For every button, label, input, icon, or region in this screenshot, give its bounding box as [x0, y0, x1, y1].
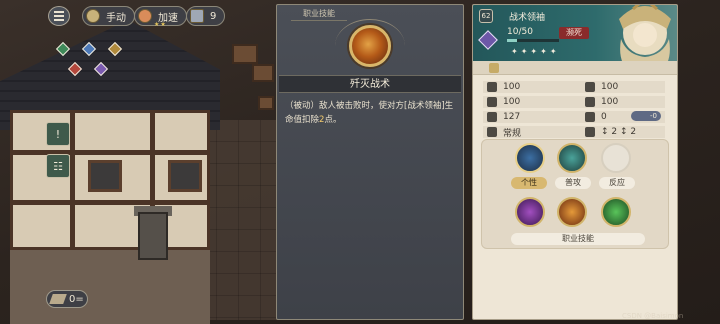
ally-node-icon [55, 41, 71, 57]
ally-node-icon [81, 41, 97, 57]
skill-desc-suffix: 点。 [324, 115, 342, 125]
watermark: CSDN @Baisimon [622, 312, 684, 320]
level-badge: 62 [479, 9, 493, 23]
stat-defense: 100 [487, 96, 520, 108]
stat-value: 127 [503, 112, 521, 122]
stat-speed: 127 [487, 111, 520, 123]
stat-magic: 100 [585, 81, 618, 93]
attribute-tab-icon[interactable] [489, 63, 499, 73]
job-skills-label: 职业技能 [511, 233, 645, 245]
hp-bar-fill [507, 39, 518, 42]
alert-icon: ! [55, 127, 61, 141]
crate [252, 64, 274, 82]
skill-name: 歼灭战术 [279, 75, 461, 93]
menu-button[interactable] [48, 6, 70, 26]
skill-description: （被动）敌人被击败时，使对方[战术领袖]生命值扣除2点。 [285, 99, 457, 127]
sword-icon [487, 82, 497, 92]
stat-value: 100 [601, 97, 619, 107]
speed-icon [138, 9, 152, 23]
house-window [168, 160, 202, 192]
class-emblem-icon [478, 30, 498, 50]
tile-counter-button[interactable]: 0= [46, 290, 88, 308]
info-button[interactable]: ! [46, 122, 70, 146]
character-header: 62 战术领袖 10/50 濒死 ✦✦✦✦✦ [473, 5, 677, 73]
tile-count: 0= [69, 293, 84, 305]
party-icon: ☷ [53, 159, 63, 173]
turn-counter: 9 [186, 6, 226, 26]
auto-mode-icon [86, 9, 100, 23]
job-skill-icon-3[interactable] [601, 197, 631, 227]
tab-reaction[interactable]: 反应 [599, 177, 635, 189]
stat-crit: 0 [585, 111, 607, 123]
job-skill-icon-1[interactable] [515, 197, 545, 227]
crit-icon [585, 112, 595, 122]
skill-category-header: 职业技能 [291, 7, 347, 21]
status-badge: 濒死 [559, 27, 589, 39]
speed-level-stars: ★★ [154, 21, 167, 28]
attribute-tab-row [473, 61, 677, 75]
stat-attack: 100 [487, 81, 520, 93]
rank-stars: ✦✦✦✦✦ [511, 47, 560, 56]
hp-text: 10/50 [507, 27, 533, 37]
stat-movement-type: 常规 [487, 126, 522, 139]
crate [232, 44, 258, 64]
personal-skill-icon[interactable] [515, 143, 545, 173]
boot-icon [487, 112, 497, 122]
job-skill-icon-2[interactable] [557, 197, 587, 227]
annihilation-skill-icon [349, 25, 391, 67]
hamburger-icon [54, 15, 64, 17]
hp-bar [507, 39, 559, 42]
house-foundation [10, 250, 210, 324]
house-window [88, 160, 122, 192]
timber-beam [10, 200, 210, 205]
stat-jump: ↕ 2 ↕ 2 [585, 126, 636, 138]
timber-post [70, 110, 75, 250]
character-panel: 62 战术领袖 10/50 濒死 ✦✦✦✦✦ 100 100 100 100 1… [472, 4, 678, 320]
stat-resist: 100 [585, 96, 618, 108]
tile-icon [49, 294, 67, 304]
skill-desc-prefix: （被动）敌人被击败时，使对方[战术领袖]生命值扣除 [285, 101, 454, 125]
unit-list-button[interactable]: ☷ [46, 154, 70, 178]
jump-icon [585, 127, 595, 137]
stat-value: 常规 [503, 128, 522, 139]
attack-skill-icon[interactable] [557, 143, 587, 173]
stat-value: 100 [601, 82, 619, 92]
character-class-title: 战术领袖 [509, 13, 546, 23]
stat-delta-pill: -0 [631, 111, 661, 121]
stat-value: 100 [503, 82, 521, 92]
reaction-skill-icon[interactable] [601, 143, 631, 173]
tab-personal[interactable]: 个性 [511, 177, 547, 189]
tab-attack[interactable]: 普攻 [555, 177, 591, 189]
enemy-node-icon [67, 61, 83, 77]
move-icon [487, 127, 497, 137]
unit-minimap[interactable] [54, 41, 124, 82]
crate [258, 96, 274, 110]
enemy-node-icon [93, 61, 109, 77]
objective-node-icon [107, 41, 123, 57]
stat-value: 0 [601, 112, 607, 122]
stat-value: ↕ 2 ↕ 2 [601, 127, 637, 137]
skill-detail-panel: 职业技能 歼灭战术 （被动）敌人被击败时，使对方[战术领袖]生命值扣除2点。 [276, 4, 464, 320]
mode-label: 手动 [106, 12, 126, 24]
stat-value: 100 [503, 97, 521, 107]
timber-beam [10, 150, 210, 155]
mode-toggle-button[interactable]: 手动 [82, 6, 135, 26]
hourglass-icon [190, 9, 204, 23]
shield-icon [487, 97, 497, 107]
wand-icon [585, 82, 595, 92]
turn-count: 9 [210, 10, 217, 22]
stone-pillar [138, 212, 168, 260]
ward-icon [585, 97, 595, 107]
